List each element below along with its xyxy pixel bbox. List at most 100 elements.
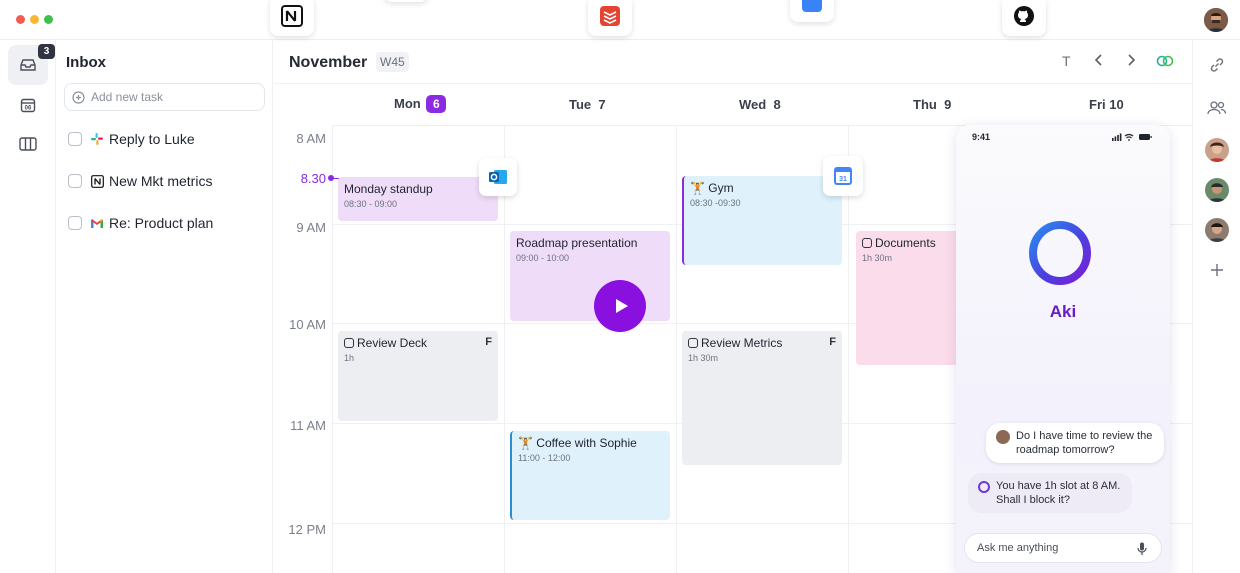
task-square-icon bbox=[344, 338, 354, 348]
svg-text:31: 31 bbox=[839, 176, 847, 183]
event-monday-standup[interactable]: Monday standup 08:30 - 09:00 bbox=[338, 177, 498, 221]
add-task-input[interactable]: Add new task bbox=[64, 83, 265, 111]
board-rail-button[interactable] bbox=[8, 124, 48, 164]
microphone-icon[interactable] bbox=[1137, 542, 1147, 556]
next-week-button[interactable] bbox=[1124, 52, 1138, 71]
assistant-message-text: You have 1h slot at 8 AM. Shall I block … bbox=[996, 480, 1121, 506]
link-icon[interactable] bbox=[1208, 56, 1226, 74]
close-window-button[interactable] bbox=[16, 15, 25, 24]
day-header-tue[interactable]: Tue 7 bbox=[569, 97, 606, 112]
month-title: November bbox=[289, 54, 368, 71]
day-header-mon[interactable]: Mon 6 bbox=[394, 95, 447, 113]
calendar-rail-button[interactable]: 06 bbox=[8, 85, 48, 125]
day-number: 8 bbox=[773, 97, 781, 112]
task-checkbox[interactable] bbox=[68, 132, 82, 146]
ask-input[interactable]: Ask me anything bbox=[964, 533, 1162, 563]
app-icon-hidden[interactable] bbox=[384, 0, 428, 2]
event-title: 🏋 Gym bbox=[690, 181, 836, 195]
user-mini-avatar bbox=[996, 430, 1010, 444]
event-title: Monday standup bbox=[344, 182, 433, 196]
event-review-metrics[interactable]: Review Metrics 1h 30m F bbox=[682, 331, 842, 465]
event-duration: 1h 30m bbox=[688, 353, 719, 363]
plus-circle-icon bbox=[72, 91, 85, 104]
task-item[interactable]: Reply to Luke bbox=[68, 129, 195, 149]
sync-toggle-button[interactable] bbox=[1155, 54, 1175, 70]
event-gym[interactable]: 🏋 Gym 08:30 -09:30 bbox=[682, 176, 842, 265]
outlook-app-icon[interactable] bbox=[479, 158, 517, 196]
status-bar-icons bbox=[1112, 133, 1152, 141]
day-name: Tue bbox=[569, 97, 592, 112]
google-calendar-app-icon[interactable]: 31 bbox=[823, 156, 863, 196]
event-review-deck[interactable]: Review Deck 1h F bbox=[338, 331, 498, 421]
ask-input-placeholder: Ask me anything bbox=[977, 542, 1059, 554]
assistant-message-bubble: You have 1h slot at 8 AM. Shall I block … bbox=[968, 473, 1132, 513]
event-coffee-with-sophie[interactable]: 🏋 Coffee with Sophie 11:00 - 12:00 bbox=[510, 431, 670, 520]
inbox-panel: Inbox Add new task Reply to Luke New Mkt… bbox=[56, 40, 273, 573]
toggle-rings-icon bbox=[1156, 55, 1174, 67]
day-name: Fri bbox=[1089, 97, 1106, 112]
time-label: 9 AM bbox=[296, 220, 326, 235]
day-column-line bbox=[332, 125, 333, 573]
time-label: 12 PM bbox=[288, 522, 326, 537]
day-column-line bbox=[676, 125, 677, 573]
assistant-phone-panel: 9:41 Aki Do I have time to review the ro… bbox=[956, 125, 1170, 573]
people-icon[interactable] bbox=[1207, 100, 1227, 116]
plus-icon[interactable] bbox=[1210, 263, 1224, 277]
participant-avatar[interactable] bbox=[1205, 218, 1229, 242]
task-label: New Mkt metrics bbox=[109, 173, 213, 189]
slack-icon bbox=[90, 132, 104, 146]
svg-text:06: 06 bbox=[25, 106, 32, 112]
time-label: 10 AM bbox=[289, 317, 326, 332]
event-flag: F bbox=[829, 336, 836, 348]
blue-app-icon[interactable] bbox=[790, 0, 834, 22]
event-roadmap-presentation[interactable]: Roadmap presentation 09:00 - 10:00 bbox=[510, 231, 670, 321]
event-title-text: Coffee with Sophie bbox=[536, 436, 637, 450]
columns-icon bbox=[19, 137, 37, 151]
day-number: 9 bbox=[944, 97, 952, 112]
calendar-icon: 06 bbox=[20, 98, 36, 113]
day-name: Thu bbox=[913, 97, 937, 112]
day-number: 10 bbox=[1109, 97, 1124, 112]
day-number: 7 bbox=[598, 97, 606, 112]
task-item[interactable]: New Mkt metrics bbox=[68, 171, 212, 191]
event-documents[interactable]: Documents 1h 30m bbox=[856, 231, 966, 365]
time-label: 8 AM bbox=[296, 131, 326, 146]
participant-avatar[interactable] bbox=[1205, 178, 1229, 202]
github-app-icon[interactable] bbox=[1002, 0, 1046, 36]
event-time: 09:00 - 10:00 bbox=[516, 253, 570, 263]
task-checkbox[interactable] bbox=[68, 216, 82, 230]
event-title-text: Documents bbox=[875, 236, 936, 250]
event-duration: 1h bbox=[344, 353, 355, 363]
participant-avatar[interactable] bbox=[1205, 138, 1229, 162]
task-item[interactable]: Re: Product plan bbox=[68, 213, 213, 233]
event-duration: 1h 30m bbox=[862, 253, 893, 263]
inbox-count-badge: 3 bbox=[38, 44, 55, 59]
maximize-window-button[interactable] bbox=[44, 15, 53, 24]
event-time: 08:30 -09:30 bbox=[690, 198, 741, 208]
event-time: 08:30 - 09:00 bbox=[344, 199, 398, 209]
play-button[interactable] bbox=[594, 280, 646, 332]
day-header-thu[interactable]: Thu 9 bbox=[913, 97, 951, 112]
task-square-icon bbox=[688, 338, 698, 348]
prev-week-button[interactable] bbox=[1092, 52, 1106, 71]
minimize-window-button[interactable] bbox=[30, 15, 39, 24]
notion-app-icon[interactable] bbox=[270, 0, 314, 36]
day-name: Wed bbox=[739, 97, 767, 112]
task-label: Reply to Luke bbox=[109, 131, 195, 147]
event-flag: F bbox=[485, 336, 492, 348]
dumbbell-icon: 🏋 bbox=[690, 181, 705, 195]
user-avatar[interactable] bbox=[1204, 8, 1228, 32]
day-header-wed[interactable]: Wed 8 bbox=[739, 97, 781, 112]
inbox-title: Inbox bbox=[66, 54, 106, 71]
day-header-fri[interactable]: Fri 10 bbox=[1089, 97, 1124, 112]
todoist-app-icon[interactable] bbox=[588, 0, 632, 36]
play-icon bbox=[616, 299, 628, 313]
app-window: 06 3 Inbox Add new task Reply to Luke Ne… bbox=[0, 0, 1240, 573]
aki-logo-icon bbox=[1029, 221, 1091, 285]
task-checkbox[interactable] bbox=[68, 174, 82, 188]
chevron-right-icon bbox=[1128, 54, 1136, 66]
today-button[interactable]: T bbox=[1062, 53, 1071, 69]
inbox-icon bbox=[20, 59, 36, 71]
title-bar bbox=[0, 0, 1240, 40]
user-message-text: Do I have time to review the roadmap tom… bbox=[1016, 430, 1153, 456]
